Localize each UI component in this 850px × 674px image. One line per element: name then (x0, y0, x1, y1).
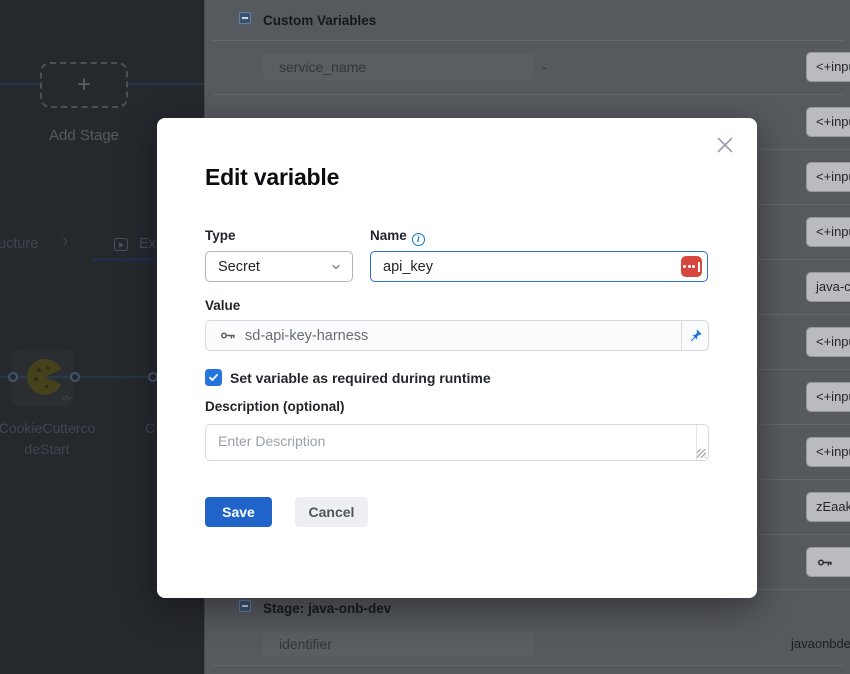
code-badge-icon: </> (61, 394, 71, 403)
secret-reference-text: sd-api-key-harness (245, 328, 681, 344)
collapse-section-icon[interactable] (239, 12, 251, 24)
chevron-right-icon: › (62, 231, 68, 253)
row-divider (758, 589, 850, 590)
description-field-wrapper (205, 424, 709, 461)
row-divider (758, 204, 850, 205)
variable-value-input[interactable]: <+inpu (806, 382, 850, 412)
secret-value-field[interactable]: sd-api-key-harness (205, 320, 709, 351)
pin-button[interactable] (681, 321, 708, 350)
row-divider (213, 665, 843, 666)
section-title-custom-variables: Custom Variables (263, 13, 376, 28)
row-divider (758, 259, 850, 260)
row-divider (758, 479, 850, 480)
name-field-wrapper (370, 251, 708, 282)
variable-secret-value-input[interactable] (806, 547, 850, 577)
save-button[interactable]: Save (205, 497, 272, 527)
key-icon (816, 554, 833, 571)
type-select[interactable]: Secret (205, 251, 353, 282)
required-checkbox-label[interactable]: Set variable as required during runtime (230, 370, 491, 386)
variable-value-input[interactable]: <+inpu (806, 52, 850, 82)
description-textarea[interactable] (205, 424, 709, 461)
info-icon[interactable]: i (412, 233, 425, 246)
type-select-value: Secret (218, 259, 260, 275)
variable-value-input[interactable]: <+inpu (806, 327, 850, 357)
row-divider (213, 94, 843, 95)
breadcrumb-truncated[interactable]: ucture (0, 236, 38, 252)
identifier-label-cell: identifier (263, 631, 534, 657)
password-manager-icon[interactable] (681, 256, 702, 277)
variable-value-input[interactable]: java-c (806, 272, 850, 302)
plus-icon: + (77, 71, 91, 99)
name-label: Namei (370, 228, 425, 246)
variable-value-input[interactable]: <+inpu (806, 437, 850, 467)
row-divider (758, 369, 850, 370)
section-title-stage: Stage: java-onb-dev (263, 601, 391, 616)
key-icon (219, 327, 236, 344)
graph-port-node[interactable] (8, 372, 18, 382)
row-divider (758, 314, 850, 315)
graph-port-node[interactable] (70, 372, 80, 382)
add-stage-label: Add Stage (4, 127, 164, 144)
variable-separator: - (542, 54, 547, 80)
type-label: Type (205, 228, 236, 243)
edit-variable-dialog: Edit variable Type Secret Namei Value sd… (157, 118, 757, 598)
node-label: CookieCutterco deStart (0, 418, 127, 460)
row-divider (758, 534, 850, 535)
row-divider (758, 149, 850, 150)
variable-value-input[interactable]: <+inpu (806, 162, 850, 192)
resize-grip-icon[interactable] (697, 449, 706, 458)
dialog-title: Edit variable (205, 164, 339, 191)
variable-value-input[interactable]: <+inpu (806, 107, 850, 137)
pin-icon (688, 328, 703, 343)
row-divider (213, 40, 843, 41)
name-input[interactable] (370, 251, 708, 282)
cancel-button[interactable]: Cancel (295, 497, 368, 527)
execution-play-icon (114, 238, 128, 251)
chevron-down-icon (330, 261, 342, 273)
row-divider (758, 424, 850, 425)
close-icon[interactable] (717, 137, 733, 153)
variable-value-input[interactable]: zEaak (806, 492, 850, 522)
identifier-value: javaonbde (791, 631, 850, 657)
required-checkbox[interactable] (205, 369, 222, 386)
cookiecutter-step-icon[interactable] (25, 357, 65, 397)
variable-name-cell[interactable]: service_name (263, 54, 534, 80)
add-stage-button[interactable]: + (40, 62, 128, 108)
value-label: Value (205, 298, 240, 313)
check-icon (208, 372, 219, 383)
collapse-section-icon[interactable] (239, 600, 251, 612)
tab-execution[interactable]: Ex (139, 236, 156, 252)
variable-value-input[interactable]: <+inpu (806, 217, 850, 247)
description-label: Description (optional) (205, 399, 345, 414)
